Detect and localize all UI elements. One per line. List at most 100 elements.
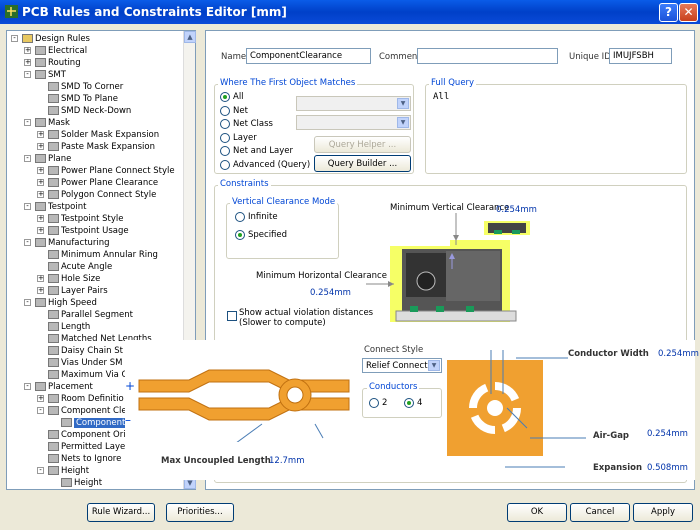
query-builder-button[interactable]: Query Builder ... — [314, 155, 411, 172]
tree-item[interactable]: Length — [48, 321, 90, 333]
rule-icon — [35, 298, 46, 307]
connect-style-select[interactable]: Relief Connect ▼ — [362, 358, 442, 373]
expand-icon[interactable]: + — [24, 47, 31, 54]
tree-item[interactable]: Maximum Via C — [48, 369, 127, 381]
collapse-icon[interactable]: - — [11, 35, 18, 42]
name-field[interactable]: ComponentClearance — [246, 48, 371, 64]
collapse-icon[interactable]: - — [24, 299, 31, 306]
tree-item[interactable]: Vias Under SM — [48, 357, 123, 369]
tree-item[interactable]: Component — [61, 417, 128, 429]
max-uncoupled-value[interactable]: 12.7mm — [269, 456, 305, 466]
tree-item[interactable]: Hole Size — [48, 273, 100, 285]
collapse-icon[interactable]: - — [24, 239, 31, 246]
tree-item[interactable]: Acute Angle — [48, 261, 112, 273]
tree-item[interactable]: Polygon Connect Style — [48, 189, 156, 201]
air-gap-value[interactable]: 0.254mm — [647, 429, 688, 439]
tree-item[interactable]: SMD To Plane — [48, 93, 118, 105]
tree-item-label: Placement — [48, 382, 93, 392]
expand-icon[interactable]: + — [37, 179, 44, 186]
show-actual-checkbox[interactable] — [227, 311, 237, 321]
expand-icon[interactable]: + — [37, 227, 44, 234]
tree-item[interactable]: SMD Neck-Down — [48, 105, 131, 117]
tree-item[interactable]: Testpoint Style — [48, 213, 123, 225]
query-helper-button[interactable]: Query Helper ... — [314, 136, 411, 153]
tree-item[interactable]: Routing — [35, 57, 81, 69]
tree-item[interactable]: Height — [48, 465, 89, 477]
where-option-radio[interactable] — [220, 146, 230, 156]
where-option-radio[interactable] — [220, 105, 230, 116]
expand-icon[interactable]: + — [37, 275, 44, 282]
tree-item[interactable]: Manufacturing — [35, 237, 110, 249]
expand-icon[interactable]: + — [37, 287, 44, 294]
apply-button[interactable]: Apply — [633, 503, 693, 522]
tree-item[interactable]: High Speed — [35, 297, 97, 309]
tree-item[interactable]: Parallel Segment — [48, 309, 133, 321]
tree-item[interactable]: Room Definitio — [48, 393, 124, 405]
where-option-radio[interactable] — [220, 159, 230, 170]
collapse-icon[interactable]: - — [24, 383, 31, 390]
expand-icon[interactable]: + — [24, 59, 31, 66]
expand-icon[interactable]: + — [37, 395, 44, 402]
collapse-icon[interactable]: - — [37, 467, 44, 474]
tree-item[interactable]: Solder Mask Expansion — [48, 129, 159, 141]
tree-item[interactable]: Electrical — [35, 45, 87, 57]
tree-item[interactable]: SMD To Corner — [48, 81, 123, 93]
clearance-mode-radio[interactable] — [235, 212, 245, 222]
tree-item[interactable]: Minimum Annular Ring — [48, 249, 158, 261]
tree-item[interactable]: Component Cle — [48, 405, 127, 417]
comment-field[interactable] — [417, 48, 558, 64]
tree-item[interactable]: Power Plane Clearance — [48, 177, 158, 189]
tree-item[interactable]: Power Plane Connect Style — [48, 165, 175, 177]
expand-icon[interactable]: + — [37, 167, 44, 174]
net-class-select[interactable]: ▼ — [296, 115, 411, 130]
tree-item[interactable]: Layer Pairs — [48, 285, 108, 297]
rule-wizard-button[interactable]: Rule Wizard... — [87, 503, 155, 522]
tree-item[interactable]: Daisy Chain St — [48, 345, 123, 357]
scroll-up-icon[interactable]: ▲ — [184, 31, 196, 43]
conductor-count-radio[interactable] — [404, 398, 414, 408]
clearance-mode-radio[interactable] — [235, 230, 245, 240]
full-query-text[interactable]: All — [433, 92, 449, 102]
net-select[interactable]: ▼ — [296, 96, 411, 111]
expand-icon[interactable]: + — [37, 191, 44, 198]
expand-icon[interactable]: + — [37, 215, 44, 222]
expand-icon[interactable]: + — [37, 143, 44, 150]
where-option-label: Layer — [233, 132, 257, 143]
name-label: Name — [221, 52, 247, 62]
rule-icon — [48, 106, 59, 115]
tree-item[interactable]: Testpoint Usage — [48, 225, 129, 237]
close-button[interactable]: ✕ — [679, 3, 698, 22]
tree-item-label: Testpoint — [48, 202, 87, 212]
tree-item[interactable]: Component Ori — [48, 429, 126, 441]
where-option-radio[interactable] — [220, 132, 230, 143]
tree-item[interactable]: Permitted Laye — [48, 441, 125, 453]
expand-icon[interactable]: + — [37, 131, 44, 138]
tree-item[interactable]: Height — [61, 477, 102, 489]
conductor-width-value[interactable]: 0.254mm — [658, 349, 699, 359]
expansion-value[interactable]: 0.508mm — [647, 463, 688, 473]
tree-item[interactable]: Plane — [35, 153, 71, 165]
tree-item[interactable]: Mask — [35, 117, 70, 129]
min-horizontal-value[interactable]: 0.254mm — [310, 288, 351, 298]
tree-item[interactable]: Paste Mask Expansion — [48, 141, 155, 153]
tree-item[interactable]: Design Rules — [22, 33, 90, 45]
rule-icon — [48, 466, 59, 475]
collapse-icon[interactable]: - — [24, 203, 31, 210]
collapse-icon[interactable]: - — [24, 155, 31, 162]
ok-button[interactable]: OK — [507, 503, 567, 522]
where-option-radio[interactable] — [220, 92, 230, 102]
collapse-icon[interactable]: - — [37, 407, 44, 414]
priorities-button[interactable]: Priorities... — [166, 503, 234, 522]
unique-id-field[interactable]: IMUJFSBH — [609, 48, 672, 64]
tree-item[interactable]: SMT — [35, 69, 66, 81]
tree-item[interactable]: Placement — [35, 381, 93, 393]
conductor-count-radio[interactable] — [369, 398, 379, 408]
tree-item[interactable]: Nets to Ignore — [48, 453, 121, 465]
where-option-label: Advanced (Query) — [233, 159, 311, 170]
collapse-icon[interactable]: - — [24, 119, 31, 126]
where-option-radio[interactable] — [220, 119, 230, 129]
cancel-button[interactable]: Cancel — [570, 503, 630, 522]
tree-item[interactable]: Testpoint — [35, 201, 86, 213]
help-button[interactable]: ? — [659, 3, 678, 22]
collapse-icon[interactable]: - — [24, 71, 31, 78]
